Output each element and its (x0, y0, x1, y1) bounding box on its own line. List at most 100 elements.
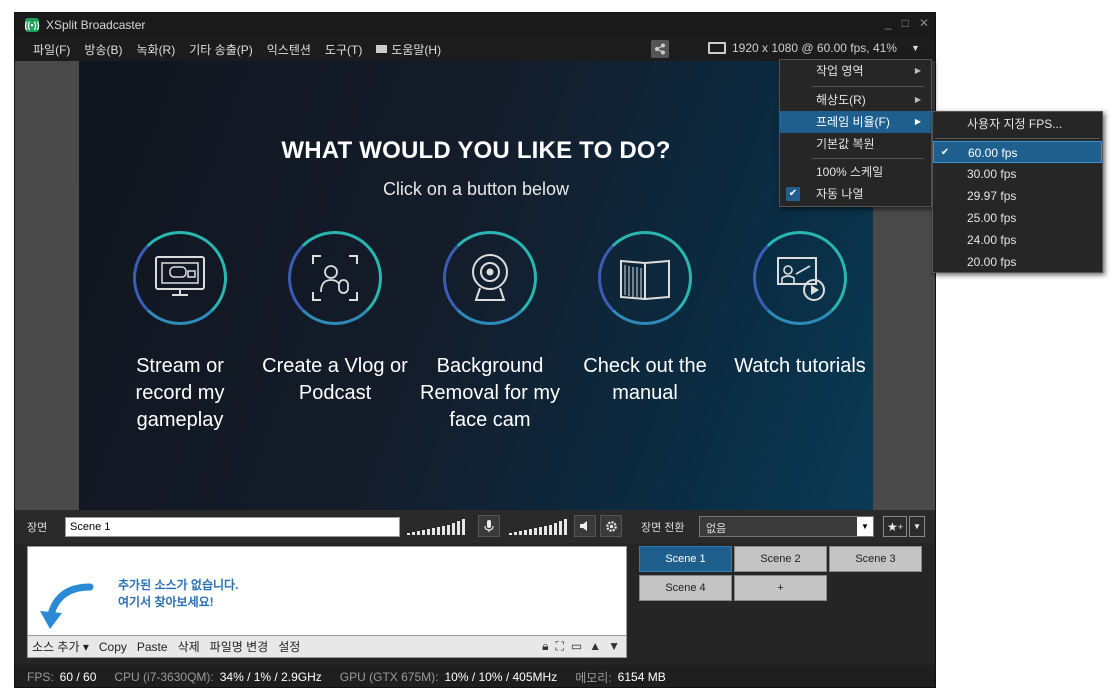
menu-other-output[interactable]: 기타 송출(P) (189, 41, 253, 58)
resolution-dropdown[interactable]: 1920 x 1080 @ 60.00 fps, 41% ▼ (708, 41, 920, 55)
menu-divider (935, 138, 1100, 139)
menu-tools[interactable]: 도구(T) (325, 41, 362, 58)
card-tutorials-label: Watch tutorials (734, 355, 866, 377)
source-toolbar: 소스 추가 ▾ Copy Paste 삭제 파일명 변경 설정 🔒︎ ⛶ ▭ ▲… (27, 636, 627, 658)
mail-icon (376, 45, 388, 54)
xsplit-logo-icon: ((•)) (24, 18, 40, 32)
menu-resolution[interactable]: 해상도(R) ▶ (780, 89, 931, 111)
microphone-icon[interactable] (478, 515, 500, 537)
speaker-icon[interactable] (574, 515, 596, 537)
paste-button[interactable]: Paste (137, 640, 168, 654)
card-gameplay-label: Stream or record my gameplay (135, 355, 225, 431)
add-source-button[interactable]: 소스 추가 ▾ (32, 638, 89, 655)
card-vlog-label: Create a Vlog or Podcast (262, 355, 408, 404)
view-dropdown-menu: 작업 영역 ▶ 해상도(R) ▶ 프레임 비율(F) ▶ 기본값 복원 100% 스케… (779, 59, 932, 207)
menu-restore-defaults-label: 기본값 복원 (816, 137, 875, 151)
scene-2-button[interactable]: Scene 2 (734, 546, 827, 572)
menu-100-scale[interactable]: 100% 스케일 (780, 161, 931, 183)
window-controls: _ □ ✕ (885, 16, 929, 30)
menu-extensions[interactable]: 익스텐션 (267, 41, 311, 58)
transition-select[interactable]: 없음 ▼ (699, 516, 874, 537)
menu-frame-rate-label: 프레임 비율(F) (816, 115, 890, 129)
empty-source-line2: 여기서 찾아보세요! (118, 595, 214, 609)
copy-button[interactable]: Copy (99, 640, 127, 654)
app-title: XSplit Broadcaster (46, 18, 146, 32)
fps-30-label: 30.00 fps (967, 167, 1017, 181)
card-tutorials[interactable]: Watch tutorials (725, 231, 875, 380)
menu-record[interactable]: 녹화(R) (136, 41, 175, 58)
scene-name-input[interactable]: Scene 1 (65, 517, 400, 537)
share-icon[interactable] (651, 40, 669, 58)
menu-auto-arrange-label: 자동 나열 (816, 187, 864, 201)
scene-bar: 장면 Scene 1 장면 전환 없음 ▼ ★ + ▼ (15, 510, 935, 543)
chevron-down-icon: ▼ (857, 517, 873, 536)
manual-book-icon (598, 231, 692, 325)
menu-restore-defaults[interactable]: 기본값 복원 (780, 133, 931, 155)
title-bar: ((•)) XSplit Broadcaster _ □ ✕ (15, 13, 935, 37)
move-down-icon[interactable]: ▼ (608, 639, 620, 654)
move-up-icon[interactable]: ▲ (589, 639, 601, 654)
fps-value: 60 / 60 (59, 670, 97, 684)
empty-source-line1: 추가된 소스가 없습니다. (118, 578, 239, 592)
transition-menu-chevron-icon[interactable]: ▼ (909, 516, 925, 537)
fps-25-label: 25.00 fps (967, 211, 1017, 225)
fps-60-label: 60.00 fps (968, 146, 1018, 160)
add-transition-star-icon[interactable]: ★ + (883, 516, 907, 537)
menu-bar: 파일(F) 방송(B) 녹화(R) 기타 송출(P) 익스텐션 도구(T) 도움… (15, 37, 935, 61)
rename-button[interactable]: 파일명 변경 (210, 638, 269, 655)
menu-help-label: 도움말(H) (391, 42, 442, 57)
fps-29-97-label: 29.97 fps (967, 189, 1017, 203)
menu-divider (812, 158, 924, 159)
card-vlog[interactable]: Create a Vlog or Podcast (260, 231, 410, 407)
scene-3-button[interactable]: Scene 3 (829, 546, 922, 572)
source-icon-group: 🔒︎ ⛶ ▭ ▲ ▼ (542, 639, 620, 654)
memory-value: 6154 MB (617, 670, 666, 684)
card-background-removal[interactable]: Background Removal for my face cam (415, 231, 565, 434)
menu-frame-rate[interactable]: 프레임 비율(F) ▶ (780, 111, 931, 133)
source-list-panel[interactable]: 추가된 소스가 없습니다. 여기서 찾아보세요! (27, 546, 627, 636)
delete-button[interactable]: 삭제 (178, 638, 200, 655)
gpu-label: GPU (GTX 675M): (339, 670, 439, 684)
welcome-title: WHAT WOULD YOU LIKE TO DO? (281, 137, 671, 164)
vlog-podcast-icon (288, 231, 382, 325)
fit-screen-icon[interactable]: ⛶ (555, 639, 563, 654)
card-manual[interactable]: Check out the manual (570, 231, 720, 407)
fps-60[interactable]: ✔ 60.00 fps (933, 141, 1102, 163)
fps-29-97[interactable]: 29.97 fps (933, 185, 1102, 207)
gear-icon[interactable] (600, 515, 622, 537)
fps-25[interactable]: 25.00 fps (933, 207, 1102, 229)
menu-workspace[interactable]: 작업 영역 ▶ (780, 60, 931, 82)
menu-help[interactable]: 도움말(H) (376, 41, 441, 58)
checkmark-icon: ✔ (786, 187, 800, 201)
mic-level-meter (407, 519, 465, 535)
settings-button[interactable]: 설정 (278, 638, 300, 655)
menu-100-scale-label: 100% 스케일 (816, 165, 884, 179)
menu-file[interactable]: 파일(F) (33, 41, 70, 58)
scene-4-button[interactable]: Scene 4 (639, 575, 732, 601)
lock-icon[interactable]: 🔒︎ (542, 639, 548, 654)
fps-24-label: 24.00 fps (967, 233, 1017, 247)
add-scene-button[interactable]: + (734, 575, 827, 601)
maximize-button[interactable]: □ (902, 16, 909, 30)
gameplay-monitor-icon (133, 231, 227, 325)
fps-30[interactable]: 30.00 fps (933, 163, 1102, 185)
gpu-value: 10% / 10% / 405MHz (444, 670, 558, 684)
fps-20[interactable]: 20.00 fps (933, 251, 1102, 273)
minimize-button[interactable]: _ (885, 16, 892, 30)
menu-auto-arrange[interactable]: ✔ 자동 나열 (780, 183, 931, 205)
fps-24[interactable]: 24.00 fps (933, 229, 1102, 251)
menu-divider (812, 86, 924, 87)
window-icon[interactable]: ▭ (571, 639, 582, 654)
scene-label: 장면 (27, 522, 48, 534)
menu-resolution-label: 해상도(R) (816, 93, 866, 107)
resolution-label: 1920 x 1080 @ 60.00 fps, 41% (732, 41, 897, 55)
card-gameplay[interactable]: Stream or record my gameplay (105, 231, 255, 434)
stage-preview[interactable]: WHAT WOULD YOU LIKE TO DO? Click on a bu… (79, 61, 873, 510)
chevron-right-icon: ▶ (914, 95, 921, 104)
menu-broadcast[interactable]: 방송(B) (84, 41, 122, 58)
close-button[interactable]: ✕ (919, 16, 929, 30)
speaker-level-meter (509, 519, 567, 535)
welcome-subtitle: Click on a button below (382, 179, 570, 199)
fps-custom[interactable]: 사용자 지정 FPS... (933, 113, 1102, 135)
scene-1-button[interactable]: Scene 1 (639, 546, 732, 572)
